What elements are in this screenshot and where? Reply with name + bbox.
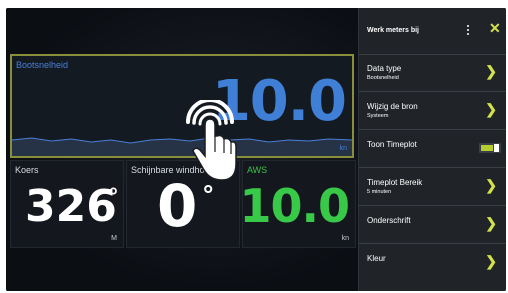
menu-item-label: Wijzig de bron — [367, 102, 418, 111]
chevron-right-icon: ❯ — [485, 253, 497, 269]
chevron-right-icon: ❯ — [485, 177, 497, 193]
menu-item-label: Data type — [367, 64, 402, 73]
close-icon[interactable]: ✕ — [489, 20, 501, 37]
chevron-right-icon: ❯ — [485, 63, 497, 79]
speed-unit: kn — [339, 145, 347, 152]
menu-item-label: Kleur — [367, 254, 386, 263]
menu-item-color[interactable]: Kleur ❯ — [359, 244, 506, 282]
menu-item-value: 5 minuten — [367, 189, 392, 195]
panel-title: Werk meters bij — [367, 27, 420, 34]
heading-label: Koers — [15, 165, 39, 175]
aws-unit: kn — [341, 235, 349, 242]
heading-unit: M — [111, 235, 117, 242]
menu-item-change-source[interactable]: Wijzig de bron Systeem ❯ — [359, 92, 506, 130]
menu-item-timeplot-range[interactable]: Timeplot Bereik 5 minuten ❯ — [359, 168, 506, 206]
timeplot-toggle[interactable] — [479, 143, 501, 153]
toggle-fill — [481, 145, 493, 151]
heading-tile[interactable]: Koers 326 ° M — [10, 160, 124, 248]
menu-item-label: Toon Timeplot — [367, 140, 417, 149]
menu-item-caption[interactable]: Onderschrift ❯ — [359, 206, 506, 244]
tap-hand-icon — [186, 100, 237, 181]
menu-item-value: Systeem — [367, 113, 389, 119]
aws-value: 10.0 — [239, 179, 350, 233]
chevron-right-icon: ❯ — [485, 101, 497, 117]
menu-item-label: Timeplot Bereik — [367, 178, 423, 187]
update-meters-panel: Werk meters bij ✕ Data type Bootsnelheid… — [358, 8, 506, 291]
aws-label: AWS — [247, 165, 268, 175]
heading-degree: ° — [109, 183, 118, 208]
panel-header: Werk meters bij ✕ — [359, 8, 506, 55]
toggle-knob — [494, 144, 499, 152]
chevron-right-icon: ❯ — [485, 215, 497, 231]
menu-item-show-timeplot[interactable]: Toon Timeplot — [359, 130, 506, 168]
menu-item-data-type[interactable]: Data type Bootsnelheid ❯ — [359, 54, 506, 92]
kebab-menu-icon[interactable] — [463, 22, 473, 38]
speed-label: Bootsnelheid — [16, 60, 69, 70]
instrument-screen: Bootsnelheid 10.0 kn Koers 326 ° M Schij… — [6, 8, 506, 291]
gauge-area: Bootsnelheid 10.0 kn Koers 326 ° M Schij… — [6, 8, 358, 291]
heading-value: 326 — [25, 181, 117, 232]
menu-item-value: Bootsnelheid — [367, 75, 399, 81]
menu-item-label: Onderschrift — [367, 216, 411, 225]
aws-tile[interactable]: AWS 10.0 kn — [239, 160, 356, 248]
